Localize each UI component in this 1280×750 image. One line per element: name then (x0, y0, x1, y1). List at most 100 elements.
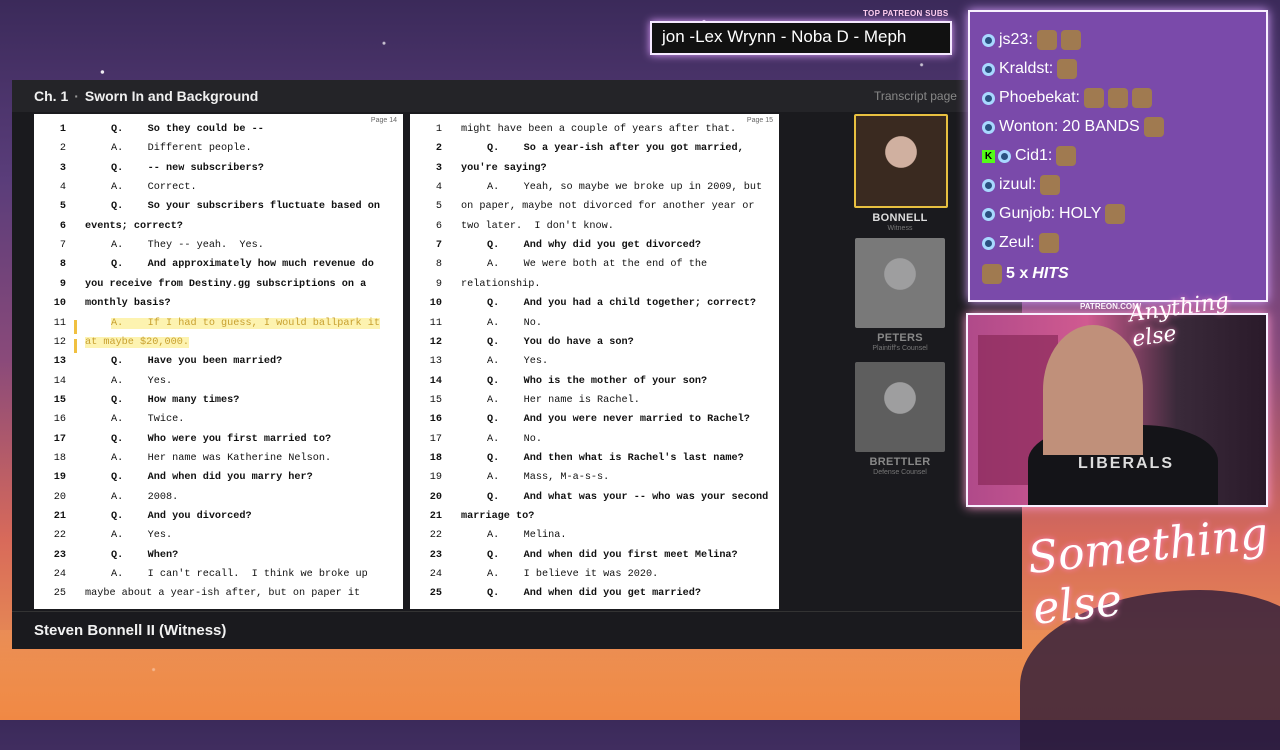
line-number: 7 (59, 240, 66, 252)
line-number: 24 (53, 569, 66, 581)
chat-emote-icon (1036, 30, 1057, 50)
participant-photo (855, 362, 945, 452)
line-text: A. Correct. (111, 182, 197, 194)
chapter-header: Ch. 1 · Sworn In and Background Transcript… (12, 80, 1022, 112)
line-number: 22 (53, 530, 66, 542)
line-number: 25 (429, 588, 442, 600)
line-number: 23 (429, 549, 442, 561)
line-number: 19 (429, 472, 442, 484)
transcript-line: 12 at maybe $20,000. (34, 336, 403, 355)
participant-card: PETERS Plaintiff's Counsel (854, 238, 946, 352)
transcript-line: 14 A. Yes. (34, 376, 403, 394)
hits-label: HITS (1032, 265, 1069, 282)
line-number: 13 (429, 356, 442, 368)
line-text: A. Yes. (111, 375, 173, 387)
chat-emote-icon (1105, 204, 1126, 224)
transcript-line: 6 two later. I don't know. (410, 221, 779, 239)
transcript-line: 3 you're saying? (410, 163, 779, 181)
participant-card: BRETTLER Defense Counsel (854, 362, 946, 476)
line-number: 3 (435, 162, 442, 174)
line-number: 7 (435, 240, 442, 252)
line-number: 12 (53, 336, 66, 348)
hits-emote-icon (982, 264, 1002, 284)
transcript-line: 24 A. I believe it was 2020. (410, 569, 779, 587)
participant-card: BONNELL Witness (854, 114, 948, 232)
line-text: A. No. (487, 433, 543, 445)
line-text: Q. And when did you first meet Melina? (487, 549, 738, 561)
transcript-line: 5 on paper, maybe not divorced for anothe… (410, 201, 779, 219)
transcript-line: 10 Q. And you had a child together; corre… (410, 298, 779, 316)
chat-text: 20 BANDS (1062, 118, 1140, 135)
line-text: Q. And what was your -- who was your sec… (487, 491, 769, 503)
line-number: 1 (59, 124, 66, 135)
line-number: 15 (53, 394, 66, 406)
participant-photo (855, 238, 945, 328)
line-number: 22 (429, 530, 442, 542)
line-text: Q. Who were you first married to? (111, 433, 332, 445)
transcript-line: 9 you receive from Destiny.gg subscriptio… (34, 279, 403, 297)
line-text: you receive from Destiny.gg subscription… (85, 278, 367, 290)
witness-footer: Steven Bonnell II (Witness) (12, 611, 1022, 649)
line-text: Q. Who is the mother of your son? (487, 375, 708, 387)
chat-message: Phoebekat: (982, 86, 1152, 110)
transcript-line: 25 maybe about a year-ish after, but on p… (34, 588, 403, 606)
line-text: Q. And you were never married to Rachel? (487, 414, 750, 426)
transcript-line: 18 A. Her name was Katherine Nelson. (34, 453, 403, 471)
transcript-line: 19 A. Mass, M-a-s-s. (410, 472, 779, 490)
line-text: A. Her name was Katherine Nelson. (111, 452, 332, 464)
chat-badge-icon (982, 33, 995, 47)
chat-text: HOLY (1059, 205, 1102, 222)
line-text: Q. So they could be -- (111, 124, 264, 135)
transcript-line: 25 Q. And when did you get married? (410, 588, 779, 606)
patreon-subs-label: TOP PATREON SUBS (863, 9, 949, 18)
streamer-head (1043, 325, 1143, 455)
line-number: 2 (59, 143, 66, 155)
witness-name: Steven Bonnell II (Witness) (34, 622, 227, 639)
chat-emote-icon (1038, 233, 1059, 253)
transcript-line: 9 relationship. (410, 279, 779, 297)
transcript-line: 14 Q. Who is the mother of your son? (410, 376, 779, 394)
chat-badge-icon (982, 178, 995, 192)
line-number: 18 (429, 452, 442, 464)
line-text: marriage to? (461, 511, 535, 522)
transcript-line: 22 A. Yes. (34, 530, 403, 548)
line-number: 14 (53, 375, 66, 387)
chapter-number: Ch. 1 (34, 88, 69, 104)
transcript-line: 20 A. 2008. (34, 492, 403, 510)
chat-badge-icon (982, 207, 995, 221)
participant-role: Defense Counsel (873, 469, 927, 476)
chat-message: Zeul: (982, 231, 1059, 255)
transcript-line: 19 Q. And when did you marry her? (34, 472, 403, 490)
transcript-line: 2 Q. So a year-ish after you got married, (410, 143, 779, 161)
line-text: A. They -- yeah. Yes. (111, 240, 264, 252)
line-number: 2 (435, 143, 442, 155)
page-number: Page 14 (370, 117, 397, 124)
line-number: 10 (429, 298, 442, 310)
chat-emote-icon (1131, 88, 1152, 108)
transcript-line: 6 events; correct? (34, 221, 403, 239)
chat-username: js23: (999, 31, 1033, 48)
transcript-line: 8 Q. And approximately how much revenue d… (34, 259, 403, 277)
line-text: A. Melina. (487, 530, 567, 542)
line-text: Q. And you had a child together; correct… (487, 298, 756, 310)
transcript-line: 22 A. Melina. (410, 530, 779, 548)
line-number: 4 (59, 182, 66, 194)
transcript-line: 21 Q. And you divorced? (34, 511, 403, 529)
line-text: events; correct? (85, 220, 183, 232)
kick-badge-icon: K (982, 149, 995, 163)
line-number: 11 (53, 317, 66, 329)
chat-message: Gunjob: HOLY (982, 202, 1126, 226)
line-text: Q. And when did you get married? (487, 588, 701, 600)
line-text: on paper, maybe not divorced for another… (461, 201, 755, 213)
line-number: 24 (429, 569, 442, 581)
transcript-line: 2 A. Different people. (34, 143, 403, 161)
line-text: at maybe $20,000. (85, 336, 189, 348)
transcript-line: 13 A. Yes. (410, 356, 779, 374)
line-number: 5 (59, 201, 66, 213)
line-text: Q. And when did you marry her? (111, 472, 313, 484)
transcript-line: 11 A. If I had to guess, I would ballpark… (34, 317, 403, 336)
participant-name: BONNELL (872, 212, 928, 224)
participant-role: Witness (887, 225, 913, 232)
transcript-line: 7 Q. And why did you get divorced? (410, 240, 779, 258)
transcript-line: 16 A. Twice. (34, 414, 403, 432)
